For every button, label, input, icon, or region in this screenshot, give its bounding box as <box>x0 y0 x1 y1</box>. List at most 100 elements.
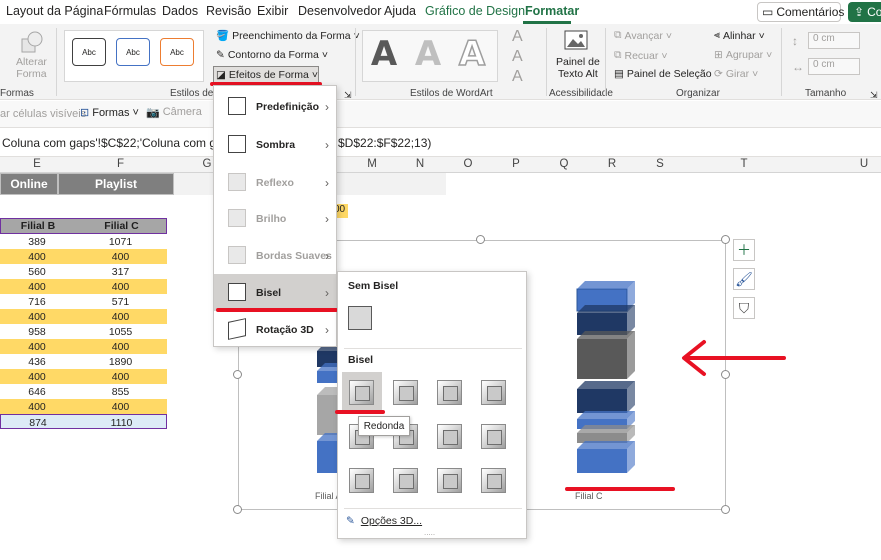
camera-button[interactable]: 📷 Câmera <box>146 106 202 119</box>
selection-pane-button[interactable]: ▤ Painel de Seleção <box>614 68 712 80</box>
table-row[interactable]: 646 855 <box>0 384 167 399</box>
table-row[interactable]: 400 400 <box>0 369 167 384</box>
column-e[interactable]: E <box>0 158 74 170</box>
resize-handle[interactable] <box>233 505 242 514</box>
shape-style-dark[interactable]: Abc <box>72 38 106 66</box>
chart-segment[interactable] <box>577 441 635 473</box>
table-row[interactable]: 400 400 <box>0 279 167 294</box>
wordart-style-dark[interactable]: A <box>366 34 402 74</box>
resize-handle[interactable] <box>721 235 730 244</box>
bevel-option[interactable] <box>393 380 418 405</box>
filial-c-header[interactable]: Filial C <box>75 220 168 232</box>
bevel-option[interactable] <box>437 468 462 493</box>
playlist-header-cell[interactable]: Playlist <box>58 173 174 195</box>
wordart-style-outline[interactable]: A <box>454 33 490 75</box>
bevel-option[interactable] <box>481 468 506 493</box>
shape-style-blue[interactable]: Abc <box>116 38 150 66</box>
column-s[interactable]: S <box>636 158 684 170</box>
send-backward-button[interactable]: ⧉ Recuar ˅ <box>614 49 668 62</box>
column-f[interactable]: F <box>74 158 167 170</box>
comments-button[interactable]: ▭ Comentários <box>757 2 844 22</box>
menu-item-soft-edges[interactable]: Bordas Suaves › <box>214 237 336 274</box>
text-effects-icon[interactable]: A <box>512 68 523 86</box>
shapes-button[interactable]: ⊡ Formas ˅ <box>80 106 139 120</box>
chart-segment[interactable] <box>577 381 635 413</box>
height-input[interactable]: 0 cm <box>808 32 860 49</box>
align-button[interactable]: ⫷ Alinhar ˅ <box>714 29 765 42</box>
menu-item-preset[interactable]: Predefinição › <box>214 88 336 125</box>
chart-styles-button[interactable]: 🖌 <box>733 268 755 290</box>
chart-segment[interactable] <box>577 425 635 443</box>
resize-handle[interactable] <box>233 370 242 379</box>
menu-item-reflection[interactable]: Reflexo › <box>214 164 336 201</box>
bevel-option[interactable] <box>481 380 506 405</box>
table-row[interactable]: 958 1055 <box>0 324 167 339</box>
tab-format[interactable]: Formatar <box>525 4 579 18</box>
resize-handle[interactable] <box>476 235 485 244</box>
table-row[interactable]: 716 571 <box>0 294 167 309</box>
column-o[interactable]: O <box>444 158 492 170</box>
tab-chart-design[interactable]: Gráfico de Design <box>425 4 525 18</box>
tab-data[interactable]: Dados <box>162 4 198 18</box>
change-shape-button[interactable]: Alterar Forma <box>16 56 47 80</box>
bevel-option[interactable] <box>481 424 506 449</box>
width-input[interactable]: 0 cm <box>808 58 860 75</box>
shape-style-orange[interactable]: Abc <box>160 38 194 66</box>
online-header-cell[interactable]: Online <box>0 173 58 195</box>
menu-item-glow[interactable]: Brilho › <box>214 200 336 237</box>
column-n[interactable]: N <box>396 158 444 170</box>
tab-help[interactable]: Ajuda <box>384 4 416 18</box>
table-row[interactable]: 560 317 <box>0 264 167 279</box>
tab-view[interactable]: Exibir <box>257 4 288 18</box>
column-t[interactable]: T <box>684 158 804 170</box>
tab-formulas[interactable]: Fórmulas <box>104 4 156 18</box>
column-u[interactable]: U <box>804 158 881 170</box>
bevel-option[interactable] <box>393 468 418 493</box>
resize-grip[interactable]: ..... <box>424 528 435 537</box>
bevel-option[interactable] <box>349 380 374 405</box>
column-m[interactable]: M <box>348 158 396 170</box>
table-row[interactable]: 400 400 <box>0 249 167 264</box>
bring-forward-button[interactable]: ⧉ Avançar ˅ <box>614 29 672 42</box>
table-row[interactable]: 400 400 <box>0 399 167 414</box>
text-fill-icon[interactable]: A <box>512 28 523 46</box>
resize-handle[interactable] <box>721 505 730 514</box>
menu-item-label: Bordas Suaves <box>256 249 332 262</box>
table-row[interactable]: 874 1110 <box>0 414 167 429</box>
share-button[interactable]: ⇪ Co <box>848 2 881 22</box>
group-button[interactable]: ⊞ Agrupar ˅ <box>714 49 772 61</box>
chart-segment[interactable] <box>577 305 635 335</box>
table-row[interactable]: 400 400 <box>0 339 167 354</box>
select-visible-cells-label[interactable]: ar células visíveis <box>0 108 86 120</box>
3d-options-button[interactable]: ✎ Opções 3D... <box>346 515 422 527</box>
column-p[interactable]: P <box>492 158 540 170</box>
table-row[interactable]: 436 1890 <box>0 354 167 369</box>
table-row[interactable]: 400 400 <box>0 309 167 324</box>
dialog-launcher-icon[interactable]: ⇲ <box>870 90 878 101</box>
no-bevel-option[interactable] <box>348 306 372 330</box>
column-r[interactable]: R <box>588 158 636 170</box>
filial-b-header[interactable]: Filial B <box>1 220 75 232</box>
chart-filters-button[interactable]: ⛉ <box>733 297 755 319</box>
dialog-launcher-icon[interactable]: ⇲ <box>344 90 352 101</box>
table-row[interactable]: 389 1071 <box>0 234 167 249</box>
tab-developer[interactable]: Desenvolvedor <box>298 4 381 18</box>
rotate-button[interactable]: ⟳ Girar ˅ <box>714 68 758 80</box>
tab-page-layout[interactable]: Layout da Página <box>6 4 103 18</box>
bevel-option[interactable] <box>349 468 374 493</box>
bevel-option[interactable] <box>437 380 462 405</box>
bevel-option[interactable] <box>437 424 462 449</box>
chart-elements-button[interactable]: ＋ <box>733 239 755 261</box>
column-q[interactable]: Q <box>540 158 588 170</box>
shape-outline-button[interactable]: ✎ Contorno da Forma ˅ <box>216 49 328 61</box>
wordart-style-light[interactable]: A <box>410 34 446 74</box>
shape-fill-button[interactable]: 🪣 Preenchimento da Forma ˅ <box>216 29 360 43</box>
menu-item-shadow[interactable]: Sombra › <box>214 126 336 163</box>
menu-item-bevel[interactable]: Bisel › <box>214 274 336 311</box>
tab-review[interactable]: Revisão <box>206 4 251 18</box>
menu-item-3d-rotation[interactable]: Rotação 3D › <box>214 311 336 348</box>
chart-segment[interactable] <box>577 331 635 379</box>
text-outline-icon[interactable]: A <box>512 48 523 66</box>
formula-bar[interactable]: Coluna com gaps'!$C$22;'Coluna com gaps'… <box>0 128 881 157</box>
alt-text-button[interactable]: Painel de Texto Alt <box>556 56 600 80</box>
